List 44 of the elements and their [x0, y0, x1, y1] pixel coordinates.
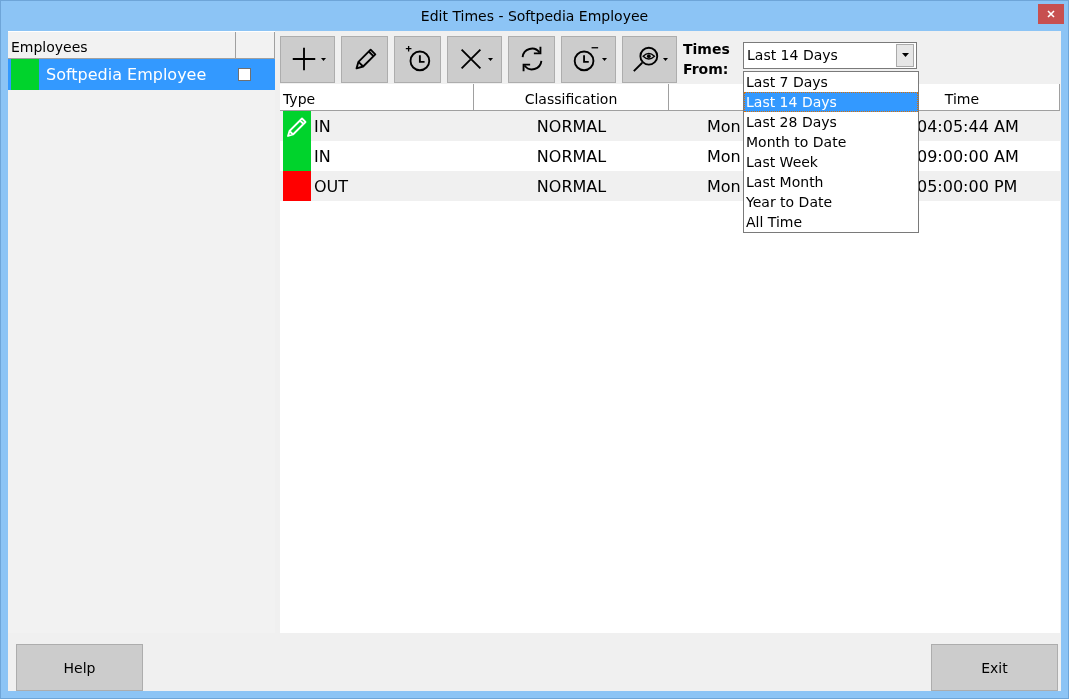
table-cell: NORMAL	[536, 116, 607, 136]
table-cell: 09:00:00 AM	[917, 146, 1019, 166]
toolbar-button[interactable]	[508, 35, 555, 83]
column-header[interactable]: Type	[280, 84, 474, 110]
employee-name: Softpedia Employee	[45, 65, 208, 84]
magnifier-eye-icon	[631, 44, 661, 74]
table-cell: 04:05:44 AM	[917, 116, 1019, 136]
dropdown-option[interactable]: All Time	[744, 211, 918, 232]
caret-icon	[321, 57, 326, 61]
table-cell: NORMAL	[536, 176, 607, 196]
table-cell: Mon	[707, 176, 741, 196]
toolbar-button[interactable]	[561, 35, 616, 83]
dropdown-arrow-icon	[901, 53, 909, 57]
toolbar-button[interactable]	[280, 35, 335, 83]
toolbar-button[interactable]	[622, 35, 677, 83]
times-from-dropdown[interactable]: Last 14 Days	[743, 41, 917, 69]
times-from-label: Times From:	[683, 40, 731, 79]
dropdown-option[interactable]: Last Month	[744, 171, 918, 192]
close-icon	[1047, 10, 1055, 18]
column-header[interactable]: Time	[865, 84, 1060, 110]
table-cell: IN	[314, 116, 331, 136]
caret-icon	[663, 57, 668, 61]
dropdown-option[interactable]: Month to Date	[744, 131, 918, 152]
table-cell: IN	[314, 146, 331, 166]
table-cell: 05:00:00 PM	[917, 176, 1018, 196]
caret-icon	[488, 57, 493, 61]
toolbar-button[interactable]	[447, 35, 502, 83]
help-button[interactable]: Help	[16, 644, 143, 691]
column-header[interactable]: Classification	[474, 84, 669, 110]
close-button[interactable]	[1038, 4, 1064, 24]
table-cell: OUT	[314, 176, 349, 196]
window-title: Edit Times - Softpedia Employee	[420, 8, 649, 24]
dropdown-option[interactable]: Last 28 Days	[744, 111, 918, 132]
column-header: Employees	[8, 32, 236, 58]
dropdown-option[interactable]: Year to Date	[744, 191, 918, 212]
dropdown-option[interactable]: Last Week	[744, 151, 918, 172]
checkbox[interactable]	[238, 68, 251, 81]
table-cell: Mon	[707, 146, 741, 166]
table-cell: NORMAL	[536, 146, 607, 166]
table-cell: Mon	[707, 116, 741, 136]
caret-icon	[602, 57, 607, 61]
toolbar-button[interactable]	[394, 35, 441, 83]
toolbar-button[interactable]	[341, 35, 388, 83]
exit-button[interactable]: Exit	[931, 644, 1058, 691]
